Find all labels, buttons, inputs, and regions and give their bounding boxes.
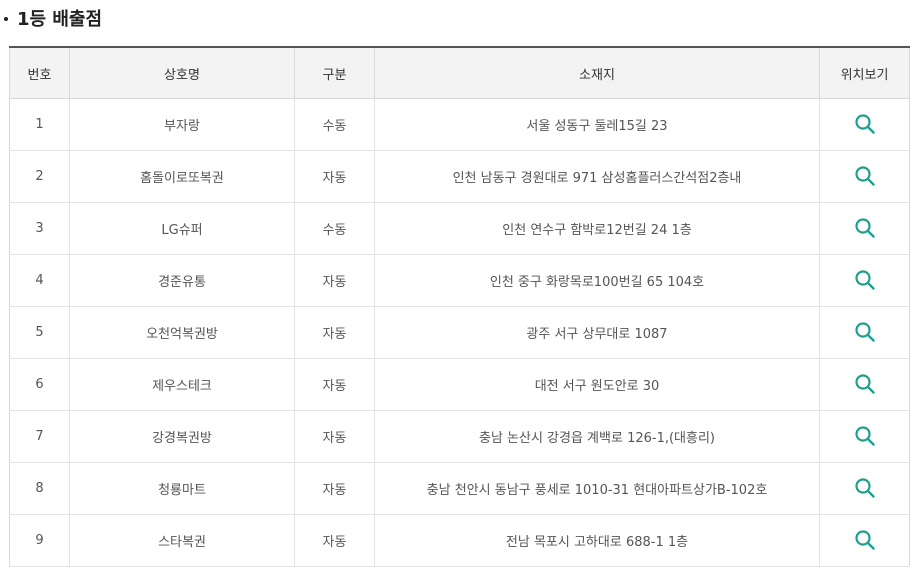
cell-store-name: 경준유통 [69, 254, 295, 307]
cell-address: 전남 목포시 고하대로 688-1 1층 [374, 514, 820, 567]
cell-no: 9 [9, 514, 70, 567]
view-location-button[interactable] [852, 527, 878, 553]
cell-type: 자동 [294, 410, 375, 463]
cell-no: 2 [9, 150, 70, 203]
cell-address: 광주 서구 상무대로 1087 [374, 306, 820, 359]
cell-no: 8 [9, 462, 70, 515]
cell-location [819, 150, 910, 203]
cell-type: 자동 [294, 358, 375, 411]
table-row: 8 청룡마트 자동 충남 천안시 동남구 풍세로 1010-31 현대아파트상가B-1… [9, 462, 910, 515]
table-row: 6 제우스테크 자동 대전 서구 원도안로 30 [9, 358, 910, 411]
view-location-button[interactable] [852, 423, 878, 449]
cell-location [819, 358, 910, 411]
search-icon [854, 113, 875, 134]
section-heading: 1등 배출점 [4, 4, 102, 32]
cell-location [819, 410, 910, 463]
search-icon [854, 529, 875, 550]
table-row: 3 LG슈퍼 수동 인천 연수구 함박로12번길 24 1층 [9, 202, 910, 255]
table-row: 5 오천억복권방 자동 광주 서구 상무대로 1087 [9, 306, 910, 359]
cell-type: 수동 [294, 98, 375, 151]
cell-type: 자동 [294, 514, 375, 567]
cell-location [819, 254, 910, 307]
cell-location [819, 462, 910, 515]
bullet-dot-icon [4, 17, 8, 21]
cell-no: 6 [9, 358, 70, 411]
header-no: 번호 [9, 47, 70, 99]
view-location-button[interactable] [852, 475, 878, 501]
table-row: 4 경준유통 자동 인천 중구 화랑목로100번길 65 104호 [9, 254, 910, 307]
cell-type: 수동 [294, 202, 375, 255]
search-icon [854, 165, 875, 186]
cell-type: 자동 [294, 462, 375, 515]
cell-no: 1 [9, 98, 70, 151]
cell-type: 자동 [294, 306, 375, 359]
cell-location [819, 514, 910, 567]
cell-type: 자동 [294, 254, 375, 307]
cell-address: 서울 성동구 둘레15길 23 [374, 98, 820, 151]
view-location-button[interactable] [852, 215, 878, 241]
search-icon [854, 373, 875, 394]
cell-store-name: 스타복권 [69, 514, 295, 567]
view-location-button[interactable] [852, 111, 878, 137]
search-icon [854, 321, 875, 342]
table-row: 1 부자랑 수동 서울 성동구 둘레15길 23 [9, 98, 910, 151]
cell-store-name: 제우스테크 [69, 358, 295, 411]
cell-location [819, 306, 910, 359]
search-icon [854, 477, 875, 498]
cell-store-name: 강경복권방 [69, 410, 295, 463]
cell-store-name: 부자랑 [69, 98, 295, 151]
header-address: 소재지 [374, 47, 820, 99]
header-type: 구분 [294, 47, 375, 99]
cell-no: 3 [9, 202, 70, 255]
section-title: 1등 배출점 [17, 9, 103, 30]
view-location-button[interactable] [852, 163, 878, 189]
cell-address: 충남 논산시 강경읍 계백로 126-1,(대흥리) [374, 410, 820, 463]
cell-location [819, 98, 910, 151]
cell-address: 인천 연수구 함박로12번길 24 1층 [374, 202, 820, 255]
cell-no: 7 [9, 410, 70, 463]
winning-stores-panel: 1등 배출점 번호 상호명 구분 소재지 위치보기 1 부자랑 수동 서울 성동구 둘… [0, 0, 915, 570]
search-icon [854, 269, 875, 290]
table-row: 9 스타복권 자동 전남 목포시 고하대로 688-1 1층 [9, 514, 910, 567]
cell-address: 인천 남동구 경원대로 971 삼성홈플러스간석점2층내 [374, 150, 820, 203]
cell-location [819, 202, 910, 255]
cell-store-name: 청룡마트 [69, 462, 295, 515]
view-location-button[interactable] [852, 371, 878, 397]
view-location-button[interactable] [852, 319, 878, 345]
search-icon [854, 425, 875, 446]
table-row: 2 홈돌이로또복권 자동 인천 남동구 경원대로 971 삼성홈플러스간석점2층내 [9, 150, 910, 203]
table-row: 7 강경복권방 자동 충남 논산시 강경읍 계백로 126-1,(대흥리) [9, 410, 910, 463]
header-location: 위치보기 [819, 47, 910, 99]
cell-address: 대전 서구 원도안로 30 [374, 358, 820, 411]
view-location-button[interactable] [852, 267, 878, 293]
table-header-row: 번호 상호명 구분 소재지 위치보기 [9, 47, 910, 99]
header-name: 상호명 [69, 47, 295, 99]
cell-address: 충남 천안시 동남구 풍세로 1010-31 현대아파트상가B-102호 [374, 462, 820, 515]
cell-no: 4 [9, 254, 70, 307]
cell-store-name: LG슈퍼 [69, 202, 295, 255]
cell-address: 인천 중구 화랑목로100번길 65 104호 [374, 254, 820, 307]
cell-type: 자동 [294, 150, 375, 203]
cell-no: 5 [9, 306, 70, 359]
search-icon [854, 217, 875, 238]
cell-store-name: 오천억복권방 [69, 306, 295, 359]
cell-store-name: 홈돌이로또복권 [69, 150, 295, 203]
winning-stores-table: 번호 상호명 구분 소재지 위치보기 1 부자랑 수동 서울 성동구 둘레15길 23… [9, 46, 910, 567]
